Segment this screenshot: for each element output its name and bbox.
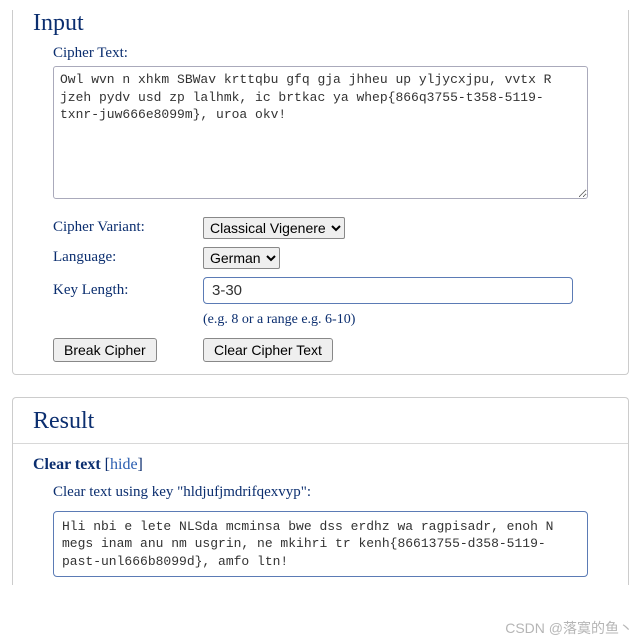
cipher-variant-select[interactable]: Classical Vigenere [203,217,345,239]
key-length-label: Key Length: [53,282,203,299]
language-select[interactable]: German [203,247,280,269]
cipher-text-label: Cipher Text: [53,45,588,62]
result-divider [13,443,628,444]
key-length-input[interactable] [203,277,573,304]
result-inner: Clear text using key "hldjufjmdrifqexvyp… [13,484,628,578]
input-panel: Input Cipher Text: Owl wvn n xhkm SBWav … [12,10,629,375]
language-label: Language: [53,249,203,266]
cipher-text-input[interactable]: Owl wvn n xhkm SBWav krttqbu gfq gja jhh… [53,66,588,199]
hide-link[interactable]: hide [110,456,138,473]
break-cipher-button[interactable]: Break Cipher [53,338,157,362]
row-key-length: Key Length: [53,277,588,304]
row-variant: Cipher Variant: Classical Vigenere [53,217,588,239]
clear-text-output[interactable]: Hli nbi e lete NLSda mcminsa bwe dss erd… [53,511,588,578]
button-row: Break Cipher Clear Cipher Text [53,338,588,362]
key-length-hint: (e.g. 8 or a range e.g. 6-10) [203,312,588,328]
input-inner: Cipher Text: Owl wvn n xhkm SBWav krttqb… [13,45,628,362]
clear-cipher-text-button[interactable]: Clear Cipher Text [203,338,333,362]
key-line: Clear text using key "hldjufjmdrifqexvyp… [53,484,588,501]
result-panel: Result Clear text [hide] Clear text usin… [12,397,629,586]
clear-text-bold: Clear text [33,456,101,473]
result-lead: Clear text [hide] [33,456,608,474]
watermark: CSDN @落寞的鱼丶 [505,618,633,638]
result-heading: Result [33,408,608,435]
input-heading: Input [33,10,608,37]
row-language: Language: German [53,247,588,269]
variant-label: Cipher Variant: [53,219,203,236]
